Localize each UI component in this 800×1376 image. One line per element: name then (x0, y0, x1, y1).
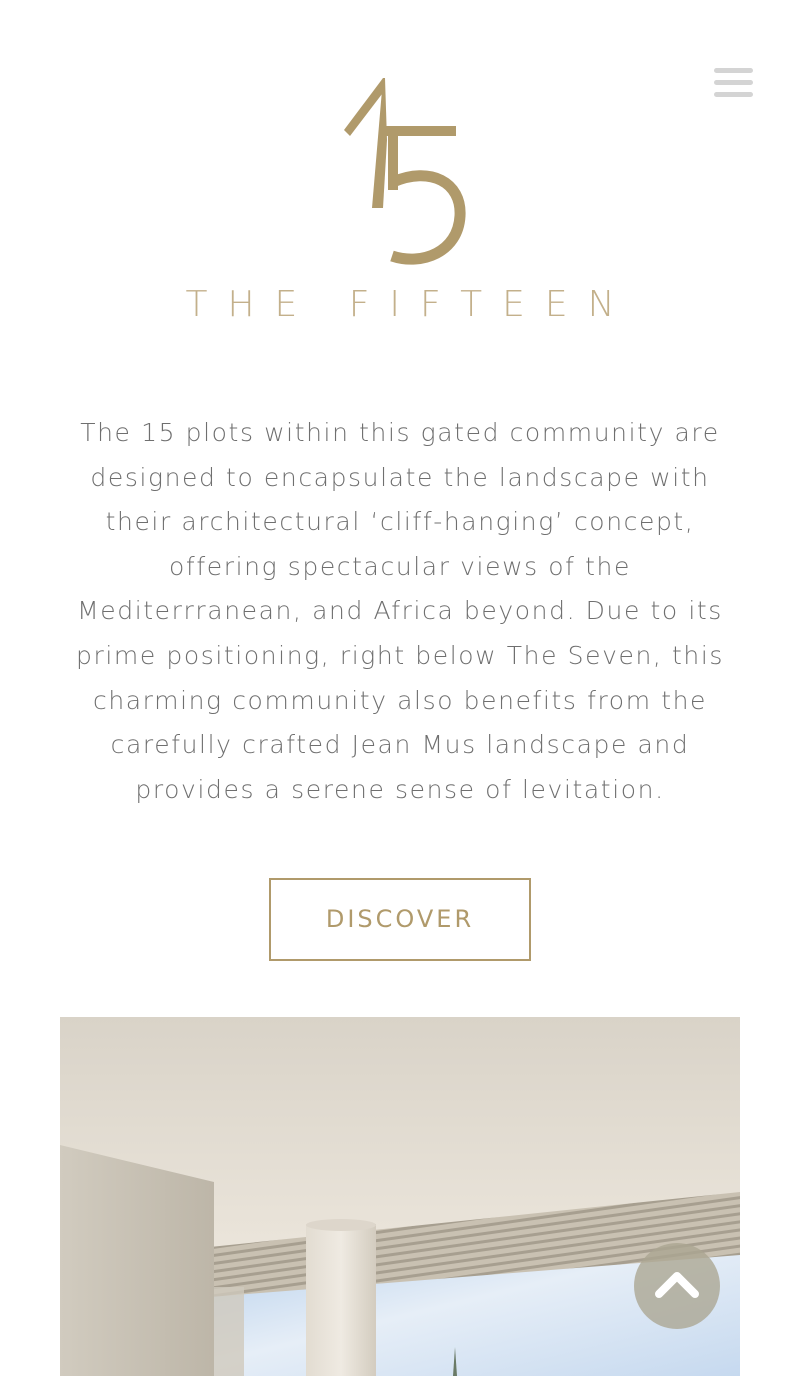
scroll-to-top-button[interactable] (634, 1243, 720, 1329)
hamburger-menu-icon-bar (714, 92, 753, 97)
chevron-up-icon (655, 1272, 699, 1298)
logo-mark[interactable] (330, 70, 470, 270)
brand-name: THE FIFTEEN (185, 284, 635, 325)
menu-button[interactable] (712, 68, 754, 100)
discover-button[interactable]: DISCOVER (269, 878, 531, 961)
logo-fifteen-mark (344, 78, 466, 265)
hamburger-menu-icon-bar (714, 80, 753, 85)
hamburger-menu-icon (714, 68, 753, 73)
intro-description: The 15 plots within this gated community… (75, 418, 724, 804)
